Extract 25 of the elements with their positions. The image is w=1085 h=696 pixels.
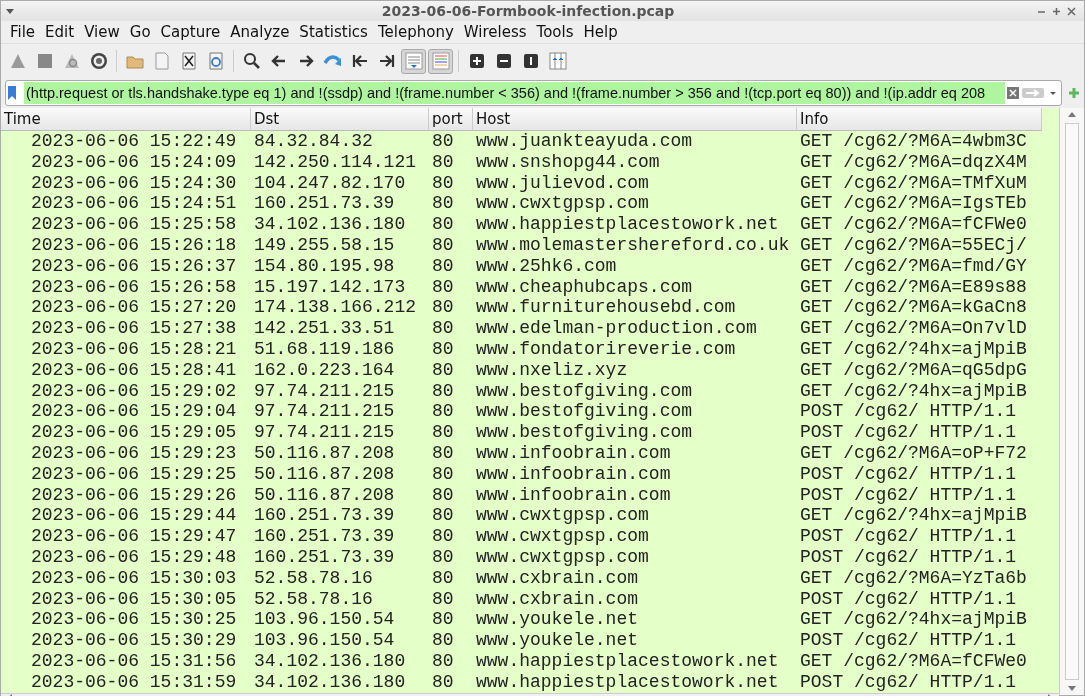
menu-item[interactable]: Help	[578, 23, 623, 41]
colored-lines-icon[interactable]	[428, 48, 453, 74]
scroll-down-icon[interactable]	[1068, 686, 1076, 691]
column-header[interactable]: Info	[797, 108, 1042, 131]
menu-item[interactable]: Analyze	[225, 23, 295, 41]
menu-item[interactable]: View	[79, 23, 125, 41]
menu-item[interactable]: Statistics	[294, 23, 373, 41]
close-icon[interactable]	[1067, 6, 1076, 16]
clear-icon[interactable]	[1007, 87, 1019, 99]
add-icon[interactable]	[1068, 87, 1080, 99]
column-header[interactable]: Host	[473, 108, 797, 131]
menu-item[interactable]: Telephony	[372, 23, 459, 41]
maximize-icon[interactable]	[1052, 6, 1061, 16]
menu-item[interactable]: Tools	[531, 23, 579, 41]
menu-item[interactable]: Wireless	[458, 23, 532, 41]
menu-item[interactable]: File	[5, 23, 41, 41]
column-header[interactable]: Dst	[251, 108, 429, 131]
display-filter-field[interactable]: (http.request or tls.handshake.type eq 1) and !(ssdp) and !(frame.number < 356) and !(frame.number > 356 and !(tcp.port eq 80)) and !(ip.addr eq 208	[5, 80, 1062, 106]
window-title: 2023-06-06-Formbook-infection.pcap	[380, 3, 676, 19]
column-header[interactable]: port	[429, 108, 473, 131]
scroll-up-icon[interactable]	[1068, 112, 1076, 117]
column-header[interactable]: Time	[1, 108, 251, 131]
menu-item[interactable]: Capture	[155, 23, 226, 41]
menu-item[interactable]: Go	[124, 23, 156, 41]
menu-item[interactable]: Edit	[40, 23, 80, 41]
